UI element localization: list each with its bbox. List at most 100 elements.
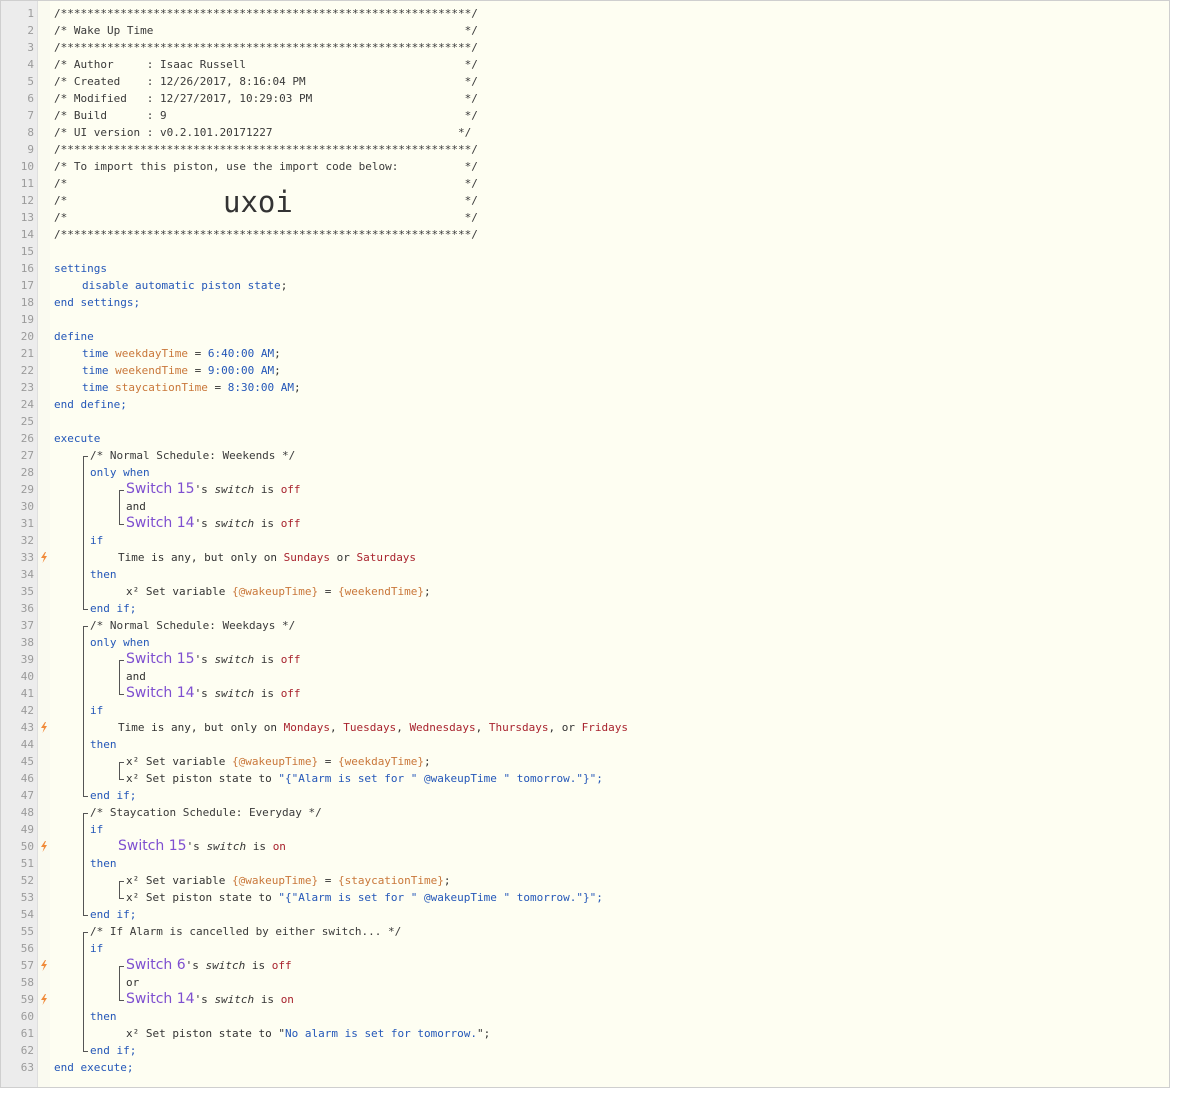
code-text: if xyxy=(90,532,103,549)
then-keyword: then xyxy=(90,1010,117,1023)
attribute-name: switch xyxy=(206,840,247,853)
semicolon: ; xyxy=(443,874,451,887)
modified-comment: /* Modified : 12/27/2017, 10:29:03 PM */ xyxy=(54,92,478,105)
end-if-keyword: end if; xyxy=(90,908,137,921)
import-code[interactable]: uxoi xyxy=(219,185,297,219)
line-number: 48 xyxy=(20,806,34,819)
code-line: 49 if xyxy=(1,821,1169,838)
bracket-tick xyxy=(83,626,88,627)
code-text: x² Set variable {@wakeupTime} = {staycat… xyxy=(126,872,451,889)
code-text: end if; xyxy=(90,787,136,804)
code-line: 4 /* Author : Isaac Russell */ xyxy=(1,56,1169,73)
header-border: /***************************************… xyxy=(54,7,478,20)
define-keyword: define xyxy=(54,330,94,343)
code-line: 1 /**************************************… xyxy=(1,5,1169,22)
code-line: 59 Switch 14's switch is on xyxy=(1,991,1169,1008)
header-border: /***************************************… xyxy=(54,41,478,54)
set-state-task: Set piston state to xyxy=(145,772,272,785)
code-text: end if; xyxy=(90,600,136,617)
code-line: 30 and xyxy=(1,498,1169,515)
define-value: 6:40:00 AM xyxy=(207,347,275,360)
piston-code-editor: 1 /**************************************… xyxy=(0,0,1170,1088)
line-number: 7 xyxy=(27,109,34,122)
set-state-task: Set piston state to xyxy=(145,891,272,904)
code-line: 43 Time is any, but only on Mondays, Tues… xyxy=(1,719,1169,736)
if-keyword: if xyxy=(90,942,104,955)
line-number: 6 xyxy=(27,92,34,105)
line-number: 58 xyxy=(20,976,34,989)
code-line: 15 xyxy=(1,243,1169,260)
line-number: 29 xyxy=(20,483,34,496)
define-variable-name: weekdayTime xyxy=(115,347,188,360)
line-number: 61 xyxy=(20,1027,34,1040)
execute-keyword: execute xyxy=(54,432,101,445)
expression-icon: x² xyxy=(126,772,140,785)
code-line: 18 end settings; xyxy=(1,294,1169,311)
code-text: end settings; xyxy=(54,294,140,311)
expression-icon: x² xyxy=(126,1027,140,1040)
bracket-tick xyxy=(83,456,88,457)
code-text: then xyxy=(90,736,117,753)
bracket-tick xyxy=(83,609,88,610)
code-line: 2 /* Wake Up Time */ xyxy=(1,22,1169,39)
wakeup-variable: {@wakeupTime} xyxy=(231,585,319,598)
code-text: x² Set variable {@wakeupTime} = {weekend… xyxy=(126,583,431,600)
line-number: 55 xyxy=(20,925,34,938)
define-variable-name: weekendTime xyxy=(115,364,188,377)
code-line: 42 if xyxy=(1,702,1169,719)
comma: , xyxy=(475,721,483,734)
trigger-bolt-icon xyxy=(41,994,47,1005)
code-text: Time is any, but only on Sundays or Satu… xyxy=(118,549,416,566)
automatic-state-keyword: automatic piston state xyxy=(134,279,281,292)
code-text: /* UI version : v0.2.101.20171227 */ xyxy=(54,124,471,141)
code-text: /* Wake Up Time */ xyxy=(54,22,478,39)
line-number: 38 xyxy=(20,636,34,649)
code-text: disable automatic piston state; xyxy=(82,277,287,294)
trigger-bolt-icon xyxy=(41,841,47,852)
block-bracket xyxy=(119,881,120,898)
possessive: 's xyxy=(185,959,199,972)
block-bracket xyxy=(119,490,120,524)
is-any-text: is any, but only on xyxy=(151,721,277,734)
equals: = xyxy=(324,755,332,768)
code-text: Switch 15's switch is on xyxy=(118,838,286,855)
code-line: 47 end if; xyxy=(1,787,1169,804)
attribute-value: off xyxy=(280,483,301,496)
equals: = xyxy=(324,585,332,598)
code-text: only when xyxy=(90,464,150,481)
code-line: 40 and xyxy=(1,668,1169,685)
trigger-bolt-icon xyxy=(41,960,47,971)
is-any-text: is any, but only on xyxy=(151,551,277,564)
code-text: x² Set piston state to "No alarm is set … xyxy=(126,1025,490,1042)
code-line: 32 if xyxy=(1,532,1169,549)
code-text: /* Author : Isaac Russell */ xyxy=(54,56,478,73)
bracket-tick xyxy=(119,660,124,661)
end-if-keyword: end if; xyxy=(90,1044,137,1057)
code-line: 34 then xyxy=(1,566,1169,583)
line-number: 16 xyxy=(20,262,34,275)
line-number: 5 xyxy=(27,75,34,88)
block-bracket xyxy=(119,762,120,779)
is-operator: is xyxy=(251,959,266,972)
code-line: 56 if xyxy=(1,940,1169,957)
end-if-keyword: end if; xyxy=(90,789,137,802)
code-text: time weekendTime = 9:00:00 AM; xyxy=(82,362,281,379)
line-number: 28 xyxy=(20,466,34,479)
equals: = xyxy=(194,364,202,377)
line-number: 51 xyxy=(20,857,34,870)
is-operator: is xyxy=(260,993,275,1006)
code-line: 54 end if; xyxy=(1,906,1169,923)
is-operator: is xyxy=(260,687,275,700)
bracket-tick xyxy=(83,915,88,916)
semicolon: ; xyxy=(274,364,281,377)
bracket-tick xyxy=(119,966,124,967)
device-name: Switch 15 xyxy=(126,651,195,667)
comma: , xyxy=(329,721,337,734)
day-sundays: Sundays xyxy=(283,551,330,564)
block-bracket xyxy=(83,932,84,1051)
code-text: /* Normal Schedule: Weekends */ xyxy=(90,447,295,464)
code-text: Switch 14's switch is off xyxy=(126,515,301,532)
line-number: 3 xyxy=(27,41,34,54)
code-line: 23 time staycationTime = 8:30:00 AM; xyxy=(1,379,1169,396)
line-number: 23 xyxy=(20,381,34,394)
